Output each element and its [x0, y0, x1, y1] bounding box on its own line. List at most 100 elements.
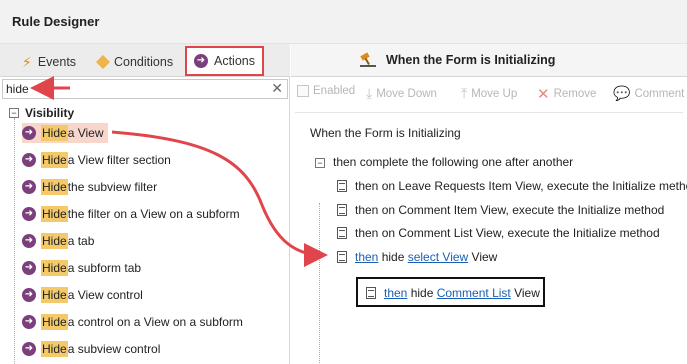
rule-text: hide	[407, 286, 437, 300]
tree-group-visibility[interactable]: − Visibility	[9, 106, 74, 120]
action-item[interactable]: ➜ Hide a View control	[22, 285, 143, 305]
action-label: a control on a View on a subform	[67, 315, 243, 329]
left-panel: ⚡ Events Conditions ➜ Actions ✕ − Visibi…	[0, 44, 290, 364]
rule-text: , execute the Initialize method	[500, 226, 660, 240]
editor-title: When the Form is Initializing	[386, 53, 556, 67]
rule-text: , execute the Initialize method	[540, 179, 687, 193]
remove-label: Remove	[553, 88, 597, 100]
rule-object: Comment Item View	[398, 203, 506, 217]
rule-text: , execute the Initialize method	[505, 203, 665, 217]
editor-header: When the Form is Initializing	[291, 44, 687, 77]
move-up-icon: ⤒	[461, 85, 468, 101]
search-match: Hide	[41, 125, 68, 141]
search-match: Hide	[41, 206, 68, 222]
select-view-link[interactable]: select View	[408, 250, 468, 264]
search-input[interactable]	[6, 81, 46, 97]
rule-canvas: When the Form is Initializing − then comp…	[295, 112, 687, 364]
action-item[interactable]: ➜ Hide a control on a View on a subform	[22, 312, 243, 332]
title-bar: Rule Designer	[0, 0, 687, 44]
search-match: Hide	[41, 341, 68, 357]
arrow-circle-icon: ➜	[22, 315, 36, 329]
checkbox-icon	[297, 85, 309, 97]
action-item[interactable]: ➜ Hide a subform tab	[22, 258, 141, 278]
comment-label: Comment	[634, 87, 685, 100]
tab-bar: ⚡ Events Conditions ➜ Actions	[0, 44, 290, 77]
tab-actions[interactable]: ➜ Actions	[185, 46, 264, 76]
diamond-icon	[95, 54, 111, 70]
rule-action-line[interactable]: then on Leave Requests Item View, execut…	[337, 179, 687, 193]
comment-icon: 💬	[613, 85, 631, 101]
search-field[interactable]: ✕	[2, 79, 288, 99]
search-match: Hide	[41, 287, 68, 303]
rule-text: hide	[378, 250, 408, 264]
arrow-circle-icon: ➜	[194, 54, 208, 68]
gavel-icon	[360, 52, 376, 67]
arrow-circle-icon: ➜	[22, 342, 36, 356]
action-item[interactable]: ➜ Hide a subview control	[22, 339, 160, 359]
rule-object: Leave Requests Item View	[398, 179, 541, 193]
action-label: the filter on a View on a subform	[67, 207, 240, 221]
rule-text: then on	[355, 179, 399, 193]
document-icon	[366, 287, 376, 299]
then-link[interactable]: then	[384, 286, 407, 300]
move-down-button[interactable]: ⤓ Move Down	[366, 85, 437, 102]
tab-events-label: Events	[37, 55, 77, 69]
document-icon	[337, 227, 347, 239]
block-connector	[319, 203, 325, 364]
example-callout: then hide Comment List View	[356, 277, 545, 307]
rule-text: View	[510, 286, 540, 300]
rule-text: then on	[355, 203, 399, 217]
action-item[interactable]: ➜ Hide a View	[22, 123, 108, 143]
action-block-label: then complete the following one after an…	[333, 155, 574, 169]
document-icon	[337, 204, 347, 216]
lightning-icon: ⚡	[22, 53, 32, 70]
comment-list-link[interactable]: Comment List	[437, 286, 511, 300]
move-up-label: Move Up	[471, 87, 518, 100]
action-label: a View control	[67, 288, 143, 302]
enabled-toggle[interactable]: Enabled	[297, 85, 355, 97]
action-item[interactable]: ➜ Hide the subview filter	[22, 177, 157, 197]
enabled-label: Enabled	[313, 85, 356, 97]
search-match: Hide	[41, 233, 68, 249]
action-label: a tab	[67, 234, 95, 248]
action-label: the subview filter	[67, 180, 158, 194]
move-down-label: Move Down	[376, 87, 437, 100]
tab-events[interactable]: ⚡ Events	[22, 52, 76, 72]
tree-connector	[14, 118, 15, 364]
search-match: Hide	[41, 260, 68, 276]
action-item[interactable]: ➜ Hide the filter on a View on a subform	[22, 204, 240, 224]
new-rule-line[interactable]: then hide select View View	[337, 250, 497, 264]
arrow-circle-icon: ➜	[22, 288, 36, 302]
collapse-icon[interactable]: −	[9, 108, 19, 118]
remove-button[interactable]: ✕ Remove	[537, 85, 596, 103]
move-down-icon: ⤓	[366, 85, 373, 101]
action-block[interactable]: − then complete the following one after a…	[315, 155, 573, 169]
action-item[interactable]: ➜ Hide a View filter section	[22, 150, 171, 170]
editor-toolbar: Enabled ⤓ Move Down ⤒ Move Up ✕ Remove 💬…	[291, 81, 687, 105]
comment-button[interactable]: 💬 Comment	[613, 85, 684, 102]
action-label: a subform tab	[67, 261, 142, 275]
action-label: a subview control	[67, 342, 161, 356]
rule-action-line[interactable]: then on Comment List View, execute the I…	[337, 226, 660, 240]
arrow-circle-icon: ➜	[22, 180, 36, 194]
close-icon[interactable]: ✕	[271, 80, 283, 97]
action-label: a View filter section	[67, 153, 171, 167]
search-match: Hide	[41, 152, 68, 168]
callout-rule-line: then hide Comment List View	[366, 286, 540, 300]
rule-object: Comment List View	[398, 226, 501, 240]
document-icon	[337, 251, 347, 263]
arrow-circle-icon: ➜	[22, 126, 36, 140]
tab-conditions[interactable]: Conditions	[95, 52, 174, 72]
search-match: Hide	[41, 314, 68, 330]
arrow-circle-icon: ➜	[22, 153, 36, 167]
tab-actions-label: Actions	[214, 54, 255, 68]
tab-conditions-label: Conditions	[114, 55, 174, 69]
collapse-icon[interactable]: −	[315, 158, 325, 168]
move-up-button[interactable]: ⤒ Move Up	[461, 85, 517, 102]
tree-group-label: Visibility	[25, 106, 75, 120]
action-label: a View	[67, 126, 104, 140]
then-link[interactable]: then	[355, 250, 378, 264]
action-item[interactable]: ➜ Hide a tab	[22, 231, 94, 251]
rule-action-line[interactable]: then on Comment Item View, execute the I…	[337, 203, 664, 217]
arrow-circle-icon: ➜	[22, 261, 36, 275]
